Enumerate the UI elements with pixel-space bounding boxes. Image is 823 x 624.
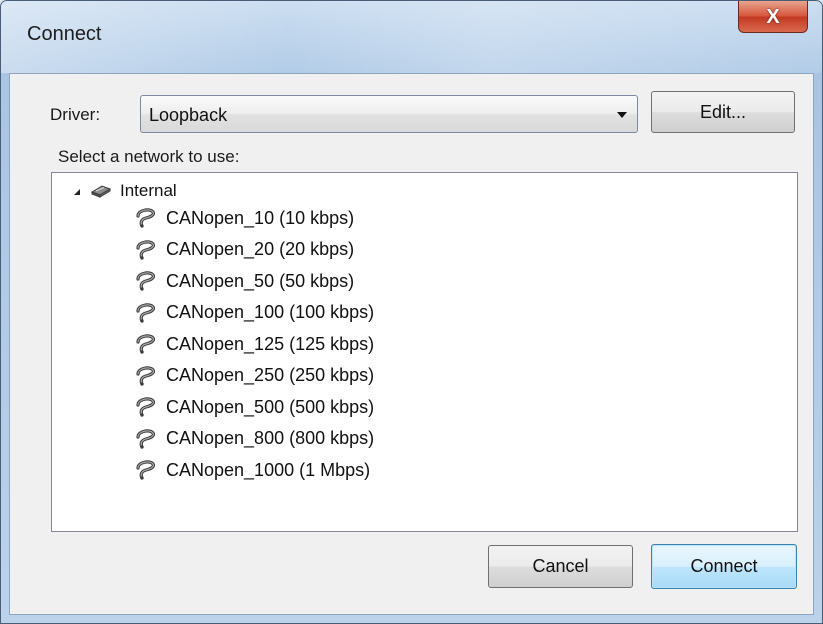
network-tree[interactable]: Internal CANopen_10 (10 kbps) CANopen_20 … bbox=[51, 172, 798, 532]
network-adapter-icon bbox=[90, 183, 112, 199]
network-label: Select a network to use: bbox=[58, 147, 240, 166]
tree-item-label: CANopen_800 (800 kbps) bbox=[166, 428, 375, 448]
tree-item[interactable]: CANopen_10 (10 kbps) bbox=[134, 203, 354, 233]
connection-icon bbox=[134, 428, 158, 450]
connection-icon bbox=[134, 459, 158, 481]
chevron-down-icon bbox=[617, 112, 627, 118]
title-bar[interactable]: Connect X bbox=[1, 1, 822, 73]
tree-item-label: CANopen_100 (100 kbps) bbox=[166, 302, 375, 322]
tree-item[interactable]: CANopen_50 (50 kbps) bbox=[134, 266, 354, 296]
tree-node-label: Internal bbox=[120, 181, 177, 200]
tree-item[interactable]: CANopen_500 (500 kbps) bbox=[134, 392, 374, 422]
tree-item[interactable]: CANopen_20 (20 kbps) bbox=[134, 235, 354, 265]
driver-label: Driver: bbox=[50, 105, 101, 124]
connection-icon bbox=[134, 396, 158, 418]
tree-item-label: CANopen_1000 (1 Mbps) bbox=[166, 459, 371, 480]
tree-item-label: CANopen_500 (500 kbps) bbox=[166, 396, 375, 417]
tree-item[interactable]: CANopen_250 (250 kbps) bbox=[134, 361, 374, 391]
tree-item-label: CANopen_50 (50 kbps) bbox=[166, 270, 355, 291]
tree-item[interactable]: CANopen_800 (800 kbps) bbox=[134, 424, 374, 454]
close-icon: X bbox=[766, 5, 780, 28]
connection-icon bbox=[134, 302, 158, 324]
connection-icon bbox=[134, 239, 158, 261]
driver-select-value: Loopback bbox=[149, 105, 228, 125]
tree-item-label: CANopen_10 (10 kbps) bbox=[166, 207, 355, 228]
edit-button[interactable]: Edit... bbox=[651, 91, 795, 133]
tree-item-label: CANopen_250 (250 kbps) bbox=[166, 365, 375, 385]
tree-item[interactable]: CANopen_1000 (1 Mbps) bbox=[134, 455, 370, 485]
window-title: Connect bbox=[27, 23, 102, 45]
connection-icon bbox=[134, 270, 158, 292]
tree-item[interactable]: CANopen_125 (125 kbps) bbox=[134, 329, 374, 359]
close-button[interactable]: X bbox=[738, 1, 808, 33]
tree-item[interactable]: CANopen_100 (100 kbps) bbox=[134, 298, 374, 328]
tree-item-label: CANopen_125 (125 kbps) bbox=[166, 333, 375, 354]
driver-select[interactable]: Loopback bbox=[140, 95, 638, 133]
expand-arrow-icon[interactable] bbox=[74, 189, 80, 195]
connection-icon bbox=[134, 365, 158, 387]
connection-icon bbox=[134, 207, 158, 229]
connect-dialog: Connect X Driver: Loopback Edit... Selec… bbox=[0, 0, 823, 624]
tree-item-label: CANopen_20 (20 kbps) bbox=[166, 239, 355, 259]
tree-node-internal[interactable]: Internal bbox=[74, 179, 177, 203]
connect-button[interactable]: Connect bbox=[651, 544, 797, 589]
cancel-button[interactable]: Cancel bbox=[488, 545, 633, 588]
connection-icon bbox=[134, 333, 158, 355]
